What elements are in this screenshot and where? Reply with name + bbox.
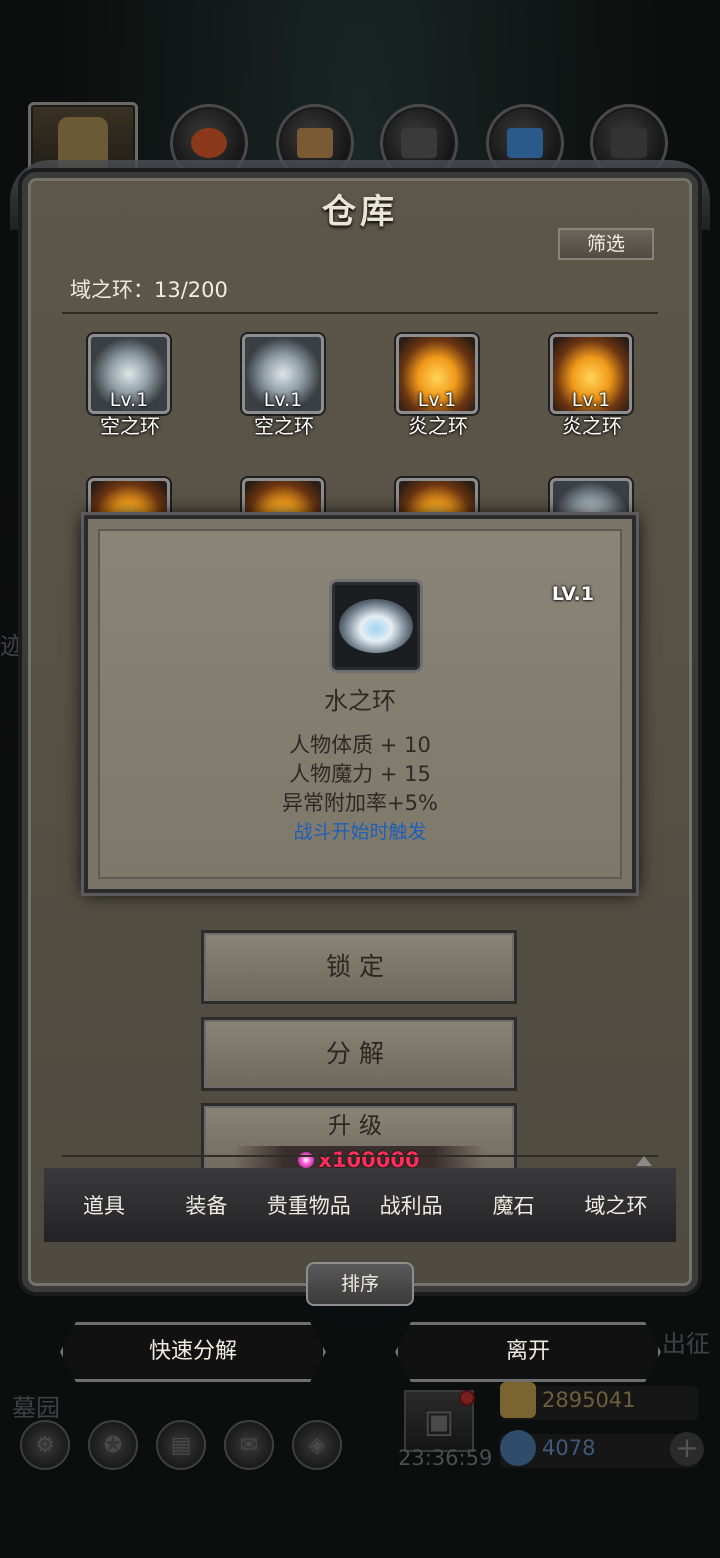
capacity-count: 域之环：13/200 (70, 278, 228, 302)
tab-valuables[interactable]: 贵重物品 (259, 1190, 359, 1220)
countdown-timer: 23:36:59 (398, 1446, 493, 1470)
inventory-slot[interactable]: Lv.1 炎之环 (550, 334, 634, 438)
settings-icon[interactable]: ⚙ (20, 1420, 70, 1470)
tab-domain-rings[interactable]: 域之环 (566, 1190, 666, 1220)
item-level: Lv.1 (263, 389, 303, 411)
ring-gem (339, 599, 413, 653)
tab-loot[interactable]: 战利品 (361, 1190, 461, 1220)
filter-button[interactable]: 筛选 (558, 228, 654, 260)
book-icon[interactable]: ▤ (156, 1420, 206, 1470)
graveyard-label: 墓园 (12, 1394, 60, 1422)
gem-value: 4078 (542, 1436, 596, 1460)
tab-equipment[interactable]: 装备 (156, 1190, 256, 1220)
tab-magic-stones[interactable]: 魔石 (464, 1190, 564, 1220)
gold-value: 2895041 (542, 1388, 636, 1412)
add-currency-button[interactable]: + (670, 1432, 704, 1466)
divider (62, 312, 658, 314)
mail-icon[interactable]: ✉ (224, 1420, 274, 1470)
item-name: 空之环 (100, 414, 160, 438)
gem-display: 4078 (500, 1430, 698, 1468)
fire-ring-icon: Lv.1 (396, 334, 478, 414)
tab-items[interactable]: 道具 (54, 1190, 154, 1220)
inventory-slot[interactable]: Lv.1 炎之环 (396, 334, 480, 438)
item-name: 水之环 (324, 687, 396, 715)
sky-ring-icon: Lv.1 (242, 334, 324, 414)
expedition-label: 出征 (662, 1330, 710, 1358)
inventory-slot[interactable]: Lv.1 空之环 (242, 334, 326, 438)
stat-line: 人物魔力 + 15 (289, 762, 431, 786)
star-icon[interactable]: ✪ (88, 1420, 138, 1470)
side-label-left: 迹 (0, 632, 24, 660)
stat-line: 人物体质 + 10 (289, 733, 431, 757)
gem-icon (500, 1430, 536, 1466)
sort-button[interactable]: 排序 (306, 1262, 414, 1306)
item-level: Lv.1 (571, 389, 611, 411)
item-level: Lv.1 (109, 389, 149, 411)
sky-ring-icon: Lv.1 (88, 334, 170, 414)
quick-decompose-button[interactable]: 快速分解 (60, 1322, 326, 1382)
item-name: 炎之环 (408, 414, 468, 438)
item-level: LV.1 (551, 583, 594, 605)
scroll-up-icon (636, 1156, 652, 1166)
water-ring-icon (329, 579, 423, 673)
popup-body: LV.1 水之环 人物体质 + 10 人物魔力 + 15 异常附加率+5% 战斗… (98, 529, 622, 879)
trigger-condition: 战斗开始时触发 (293, 821, 427, 843)
upgrade-label: 升级 (328, 1113, 390, 1139)
fire-ring-icon: Lv.1 (550, 334, 632, 414)
stat-line: 异常附加率+5% (282, 791, 438, 815)
item-name: 空之环 (254, 414, 314, 438)
notification-dot (459, 1390, 475, 1406)
leave-button[interactable]: 离开 (395, 1322, 661, 1382)
upgrade-button[interactable]: 升级 x100000 (201, 1103, 517, 1177)
gold-display: 2895041 (500, 1382, 698, 1420)
divider (62, 1155, 658, 1157)
item-name: 炎之环 (562, 414, 622, 438)
item-level: Lv.1 (417, 389, 457, 411)
panel-title: 仓库 (322, 192, 398, 232)
decompose-label: 分解 (325, 1039, 392, 1068)
category-tabs: 道具 装备 贵重物品 战利品 魔石 域之环 (44, 1168, 676, 1242)
lock-button[interactable]: 锁定 (201, 930, 517, 1004)
inventory-slot[interactable]: Lv.1 空之环 (88, 334, 172, 438)
decompose-button[interactable]: 分解 (201, 1017, 517, 1091)
item-detail-popup: LV.1 水之环 人物体质 + 10 人物魔力 + 15 异常附加率+5% 战斗… (84, 515, 636, 893)
gold-icon (500, 1382, 536, 1418)
dice-icon[interactable]: ◈ (292, 1420, 342, 1470)
lock-label: 锁定 (325, 952, 392, 981)
